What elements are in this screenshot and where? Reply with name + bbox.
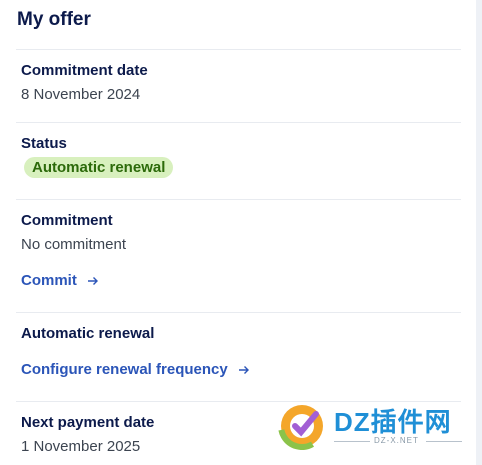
divider [16,199,461,200]
status-badge: Automatic renewal [24,157,174,178]
page-title: My offer [17,9,91,30]
watermark-logo-icon [278,402,326,450]
next-payment-label: Next payment date [21,414,155,431]
arrow-right-icon [238,365,249,374]
commit-link[interactable]: Commit [21,272,99,289]
divider [16,312,461,313]
watermark: DZ插件网 DZ-X.NET [278,400,468,450]
next-payment-value: 1 November 2025 [21,438,141,455]
watermark-line [334,441,370,442]
automatic-renewal-label: Automatic renewal [21,325,155,342]
configure-renewal-link-label: Configure renewal frequency [21,361,228,378]
watermark-line [426,441,462,442]
commitment-date-value: 8 November 2024 [21,86,141,103]
offer-panel: My offer Commitment date 8 November 2024… [0,0,476,465]
scrollbar-track[interactable] [476,0,482,465]
configure-renewal-link[interactable]: Configure renewal frequency [21,361,250,378]
watermark-subtext: DZ-X.NET [374,436,419,445]
watermark-text: DZ插件网 [334,407,452,437]
commitment-date-label: Commitment date [21,62,148,79]
commitment-value: No commitment [21,236,127,253]
divider [16,122,461,123]
status-label: Status [21,135,67,152]
commitment-label: Commitment [21,212,113,229]
divider [16,49,461,50]
commit-link-label: Commit [21,272,77,289]
arrow-right-icon [87,276,98,285]
